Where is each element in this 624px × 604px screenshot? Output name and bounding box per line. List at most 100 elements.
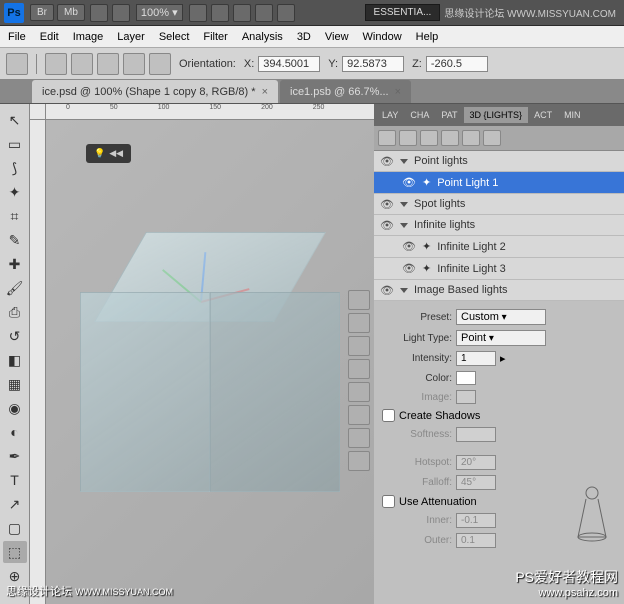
side-icon-1[interactable] xyxy=(348,290,370,310)
filter-icon-5[interactable] xyxy=(462,130,480,146)
menu-edit[interactable]: Edit xyxy=(40,31,59,43)
eraser-tool[interactable]: ◧ xyxy=(3,349,27,371)
menu-window[interactable]: Window xyxy=(363,31,402,43)
menu-layer[interactable]: Layer xyxy=(117,31,145,43)
eye-icon[interactable]: 👁 xyxy=(402,241,416,253)
opt-icon-4[interactable] xyxy=(123,53,145,75)
image-based-lights-group[interactable]: 👁Image Based lights xyxy=(374,280,624,301)
workspace-select[interactable]: ESSENTIA... xyxy=(365,4,441,21)
point-lights-group[interactable]: 👁Point lights xyxy=(374,151,624,172)
point-light-1[interactable]: 👁✦Point Light 1 xyxy=(374,172,624,194)
doc-tab-1[interactable]: ice.psd @ 100% (Shape 1 copy 8, RGB/8) *… xyxy=(32,80,278,103)
pen-tool[interactable]: ✒ xyxy=(3,445,27,467)
rotate-icon[interactable] xyxy=(233,4,251,22)
filter-icon-4[interactable] xyxy=(441,130,459,146)
side-icon-3[interactable] xyxy=(348,336,370,356)
x-field[interactable] xyxy=(258,56,320,72)
menu-view[interactable]: View xyxy=(325,31,349,43)
doc-tab-2[interactable]: ice1.psb @ 66.7%...× xyxy=(280,80,411,103)
preset-select[interactable]: Custom ▾ xyxy=(456,309,546,325)
color-swatch[interactable] xyxy=(456,371,476,385)
marquee-tool[interactable]: ▭ xyxy=(3,133,27,155)
3d-mini-panel[interactable]: 💡 ◀◀ xyxy=(86,144,131,163)
menu-3d[interactable]: 3D xyxy=(297,31,311,43)
intensity-field[interactable] xyxy=(456,351,496,366)
move-tool[interactable]: ↖ xyxy=(3,109,27,131)
3d-tool[interactable]: ⬚ xyxy=(3,541,27,563)
gradient-tool[interactable]: ▦ xyxy=(3,373,27,395)
opt-icon-2[interactable] xyxy=(71,53,93,75)
eye-icon[interactable]: 👁 xyxy=(380,198,394,210)
attenuation-checkbox[interactable] xyxy=(382,495,395,508)
view-extras-icon[interactable] xyxy=(90,4,108,22)
side-icon-8[interactable] xyxy=(348,451,370,471)
tab-layers[interactable]: LAY xyxy=(376,107,404,123)
slider-icon[interactable]: ▸ xyxy=(500,352,506,365)
shadows-checkbox[interactable] xyxy=(382,409,395,422)
filter-icon-1[interactable] xyxy=(378,130,396,146)
lasso-tool[interactable]: ⟆ xyxy=(3,157,27,179)
y-field[interactable] xyxy=(342,56,404,72)
brush-tool[interactable]: 🖌 xyxy=(3,277,27,299)
side-icon-4[interactable] xyxy=(348,359,370,379)
eye-icon[interactable]: 👁 xyxy=(380,219,394,231)
shape-tool[interactable]: ▢ xyxy=(3,517,27,539)
filter-icon-6[interactable] xyxy=(483,130,501,146)
side-icon-6[interactable] xyxy=(348,405,370,425)
filter-icon-3[interactable] xyxy=(420,130,438,146)
menu-analysis[interactable]: Analysis xyxy=(242,31,283,43)
tab-3d-lights[interactable]: 3D {LIGHTS} xyxy=(464,107,529,123)
eye-icon[interactable]: 👁 xyxy=(380,284,394,296)
menu-file[interactable]: File xyxy=(8,31,26,43)
dodge-tool[interactable]: ◐ xyxy=(3,421,27,443)
menu-filter[interactable]: Filter xyxy=(203,31,227,43)
hand-icon[interactable] xyxy=(189,4,207,22)
spot-lights-group[interactable]: 👁Spot lights xyxy=(374,194,624,215)
path-tool[interactable]: ↗ xyxy=(3,493,27,515)
tab-channels[interactable]: CHA xyxy=(404,107,435,123)
infinite-light-2[interactable]: 👁✦Infinite Light 2 xyxy=(374,236,624,258)
tab-paths[interactable]: PAT xyxy=(435,107,463,123)
opt-icon-3[interactable] xyxy=(97,53,119,75)
tool-preset-icon[interactable] xyxy=(6,53,28,75)
close-icon[interactable]: × xyxy=(262,86,268,98)
zoom-icon[interactable] xyxy=(211,4,229,22)
bridge-button[interactable]: Br xyxy=(30,4,54,21)
watermark-bottom-right: PS爱好者教程网www.psahz.com xyxy=(515,567,618,599)
close-icon[interactable]: × xyxy=(395,86,401,98)
menu-select[interactable]: Select xyxy=(159,31,190,43)
mini-arrows[interactable]: ◀◀ xyxy=(109,148,123,159)
type-tool[interactable]: T xyxy=(3,469,27,491)
crop-tool[interactable]: ⌗ xyxy=(3,205,27,227)
opt-icon-5[interactable] xyxy=(149,53,171,75)
side-icon-5[interactable] xyxy=(348,382,370,402)
eyedropper-tool[interactable]: ✎ xyxy=(3,229,27,251)
eye-icon[interactable]: 👁 xyxy=(380,155,394,167)
tab-min[interactable]: MIN xyxy=(558,107,587,123)
eye-icon[interactable]: 👁 xyxy=(402,177,416,189)
screen-mode-icon[interactable] xyxy=(277,4,295,22)
arrange-icon[interactable] xyxy=(255,4,273,22)
lighttype-select[interactable]: Point ▾ xyxy=(456,330,546,346)
3d-object[interactable] xyxy=(80,232,340,512)
side-icon-7[interactable] xyxy=(348,428,370,448)
infinite-light-3[interactable]: 👁✦Infinite Light 3 xyxy=(374,258,624,280)
stamp-tool[interactable]: ⎙ xyxy=(3,301,27,323)
eye-icon[interactable]: 👁 xyxy=(402,263,416,275)
z-field[interactable] xyxy=(426,56,488,72)
wand-tool[interactable]: ✦ xyxy=(3,181,27,203)
side-icon-2[interactable] xyxy=(348,313,370,333)
history-brush-tool[interactable]: ↺ xyxy=(3,325,27,347)
canvas[interactable]: 💡 ◀◀ xyxy=(46,120,374,604)
view-grid-icon[interactable] xyxy=(112,4,130,22)
healing-tool[interactable]: ✚ xyxy=(3,253,27,275)
blur-tool[interactable]: ◉ xyxy=(3,397,27,419)
zoom-select[interactable]: 100% ▾ xyxy=(136,4,183,21)
mb-button[interactable]: Mb xyxy=(57,4,85,21)
infinite-lights-group[interactable]: 👁Infinite lights xyxy=(374,215,624,236)
menu-help[interactable]: Help xyxy=(416,31,439,43)
tab-actions[interactable]: ACT xyxy=(528,107,558,123)
filter-icon-2[interactable] xyxy=(399,130,417,146)
menu-image[interactable]: Image xyxy=(73,31,104,43)
opt-icon-1[interactable] xyxy=(45,53,67,75)
